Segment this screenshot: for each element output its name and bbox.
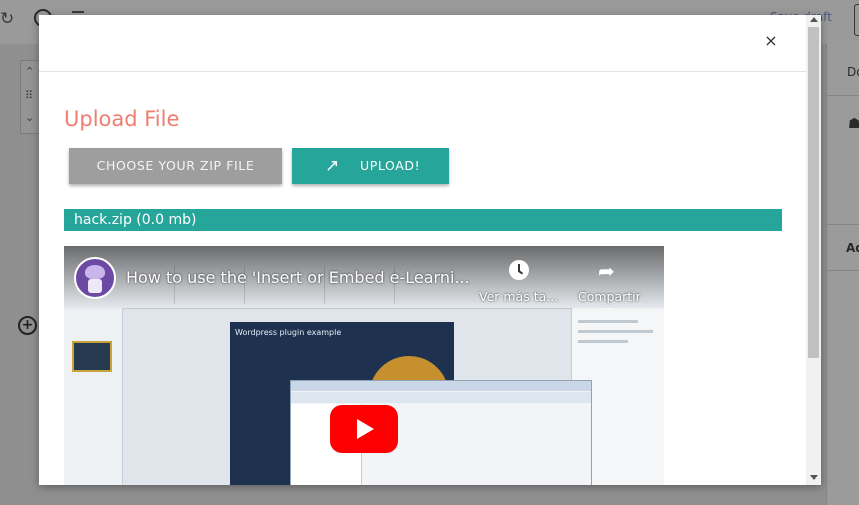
sidebar-tab-document[interactable]: Do [847,65,859,79]
chevron-up-icon[interactable]: ⌃ [25,65,34,78]
video-title[interactable]: How to use the 'Insert or Embed e-Learni… [126,268,470,287]
sidebar-tab-advanced[interactable]: Ad [846,241,859,255]
video-frame-dialog-addressbar [291,392,591,403]
video-frame-dialog-titlebar [291,381,591,391]
watch-later-label[interactable]: Ver más ta... [479,289,558,304]
choose-zip-button[interactable]: CHOOSE YOUR ZIP FILE [69,148,282,184]
modal-header: × [39,15,806,72]
scroll-up-icon[interactable] [810,17,818,22]
drag-handle-icon[interactable]: ⠿ [25,89,33,102]
add-block-icon[interactable]: + [18,316,37,335]
upload-modal: × Upload File CHOOSE YOUR ZIP FILE ↗ UPL… [39,15,821,485]
settings-sidebar [826,44,859,505]
arrow-up-right-icon: ↗ [325,156,340,176]
upload-button-label: UPLOAD! [360,158,421,173]
block-type-icon: ☗ [848,116,859,132]
upload-title: Upload File [64,107,180,131]
scrollbar-thumb[interactable] [808,27,819,358]
close-icon[interactable]: × [763,32,779,50]
redo-icon[interactable]: ↻ [0,9,14,29]
file-info-bar: hack.zip (0.0 mb) [64,209,782,231]
sidebar-divider [827,270,859,271]
play-button[interactable] [330,405,398,453]
sidebar-divider [827,95,859,96]
clock-icon[interactable] [509,260,529,280]
scroll-down-icon[interactable] [810,475,818,480]
video-frame-text-line [578,340,628,343]
share-label[interactable]: Compartir [578,289,641,304]
sidebar-divider [827,224,859,225]
video-frame-text-line [578,330,653,333]
modal-scrollbar[interactable] [806,15,821,485]
upload-button[interactable]: ↗ UPLOAD! [292,148,449,184]
video-embed[interactable]: Wordpress plugin example How to use the … [64,246,664,485]
video-frame-slides-pane [64,308,123,485]
video-frame-slide-text: Wordpress plugin example [235,328,342,337]
channel-avatar[interactable] [74,257,116,299]
video-frame-slide-thumbnail [72,341,112,372]
video-frame-text-line [578,320,638,323]
chevron-down-icon[interactable]: ⌄ [25,111,34,124]
share-icon[interactable]: ➦ [598,259,615,283]
file-info-text: hack.zip (0.0 mb) [74,212,197,228]
publish-button[interactable] [854,4,859,36]
